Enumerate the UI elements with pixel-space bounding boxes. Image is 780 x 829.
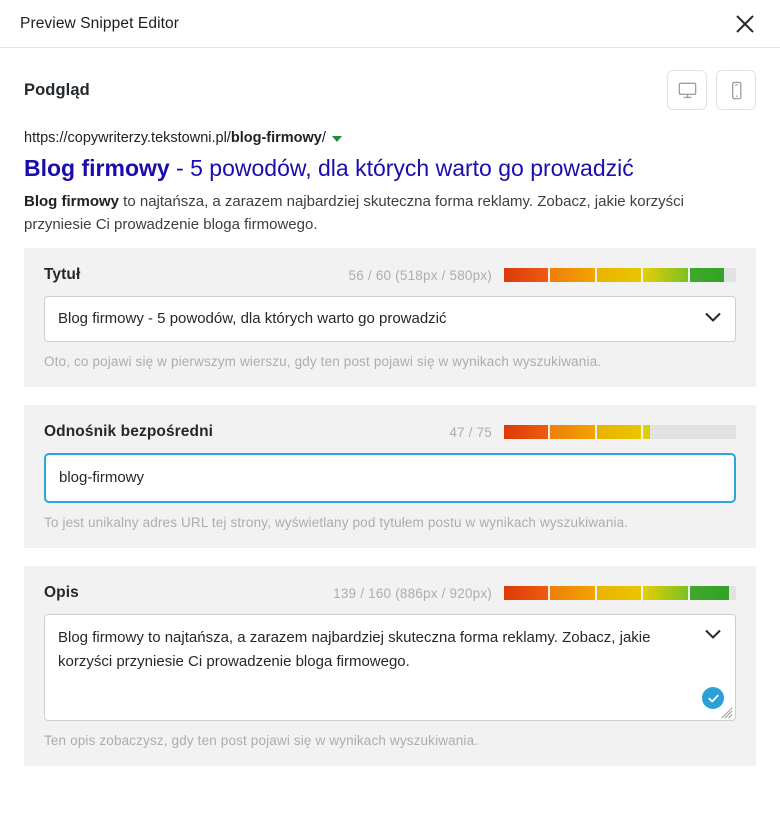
device-mobile-button[interactable] bbox=[716, 70, 756, 110]
chevron-down-icon[interactable] bbox=[704, 310, 722, 328]
serp-title[interactable]: Blog firmowy - 5 powodów, dla których wa… bbox=[24, 153, 756, 183]
field-label-title: Tytuł bbox=[44, 266, 81, 283]
counter-title: 56 / 60 (518px / 580px) bbox=[348, 267, 492, 283]
preview-heading: Podgląd bbox=[24, 80, 90, 99]
field-help-title: Oto, co pojawi się w pierwszym wierszu, … bbox=[44, 354, 602, 369]
modal-body: Podgląd https://copywriterzy.tekstowni.p… bbox=[0, 48, 780, 829]
field-panel-permalink: Odnośnik bezpośredni 47 / 75 To jest uni… bbox=[24, 405, 756, 548]
field-panel-title: Tytuł 56 / 60 (518px / 580px) Oto, co po… bbox=[24, 248, 756, 387]
input-shell-description bbox=[44, 614, 736, 721]
counter-description: 139 / 160 (886px / 920px) bbox=[333, 585, 492, 601]
caret-down-icon[interactable] bbox=[331, 136, 342, 142]
field-meter-description: 139 / 160 (886px / 920px) bbox=[333, 586, 736, 601]
field-header-permalink: Odnośnik bezpośredni 47 / 75 bbox=[44, 421, 736, 443]
field-header-title: Tytuł 56 / 60 (518px / 580px) bbox=[44, 264, 736, 286]
field-header-description: Opis 139 / 160 (886px / 920px) bbox=[44, 582, 736, 604]
chevron-down-icon[interactable] bbox=[704, 627, 722, 645]
permalink-input[interactable] bbox=[46, 455, 734, 501]
serp-description-keyword: Blog firmowy bbox=[24, 193, 120, 210]
modal-header: Preview Snippet Editor bbox=[0, 0, 780, 48]
progress-meter-description bbox=[504, 586, 736, 600]
desktop-monitor-icon bbox=[677, 80, 698, 101]
serp-title-keyword: Blog firmowy bbox=[24, 155, 170, 181]
field-help-description: Ten opis zobaczysz, gdy ten post pojawi … bbox=[44, 733, 479, 748]
field-meter-permalink: 47 / 75 bbox=[449, 425, 736, 440]
check-circle-icon bbox=[702, 687, 724, 709]
mobile-phone-icon bbox=[726, 80, 747, 101]
field-help-permalink: To jest unikalny adres URL tej strony, w… bbox=[44, 515, 629, 530]
description-textarea[interactable] bbox=[45, 615, 735, 715]
serp-preview: https://copywriterzy.tekstowni.pl/blog-f… bbox=[24, 126, 756, 248]
serp-description-rest: to najtańsza, a zarazem najbardziej skut… bbox=[24, 193, 684, 233]
serp-url-row: https://copywriterzy.tekstowni.pl/blog-f… bbox=[24, 128, 756, 148]
field-panel-description: Opis 139 / 160 (886px / 920px) Blog firm… bbox=[24, 566, 756, 766]
field-label-description: Opis bbox=[44, 584, 79, 601]
close-button[interactable] bbox=[726, 5, 764, 43]
serp-description: Blog firmowy to najtańsza, a zarazem naj… bbox=[24, 190, 736, 236]
page-title: Preview Snippet Editor bbox=[20, 14, 180, 32]
serp-url: https://copywriterzy.tekstowni.pl/blog-f… bbox=[24, 130, 326, 146]
field-label-permalink: Odnośnik bezpośredni bbox=[44, 423, 214, 440]
progress-meter-title bbox=[504, 268, 736, 282]
field-meter-title: 56 / 60 (518px / 580px) bbox=[349, 268, 736, 283]
serp-title-rest: - 5 powodów, dla których warto go prowad… bbox=[169, 155, 634, 181]
progress-meter-permalink bbox=[504, 425, 736, 439]
preview-bar: Podgląd bbox=[24, 48, 756, 126]
device-desktop-button[interactable] bbox=[667, 70, 707, 110]
input-shell-title bbox=[44, 296, 736, 342]
input-shell-permalink bbox=[44, 453, 736, 503]
device-switch bbox=[667, 70, 756, 110]
close-icon bbox=[734, 13, 756, 35]
title-input[interactable] bbox=[45, 297, 735, 341]
counter-permalink: 47 / 75 bbox=[449, 424, 492, 440]
